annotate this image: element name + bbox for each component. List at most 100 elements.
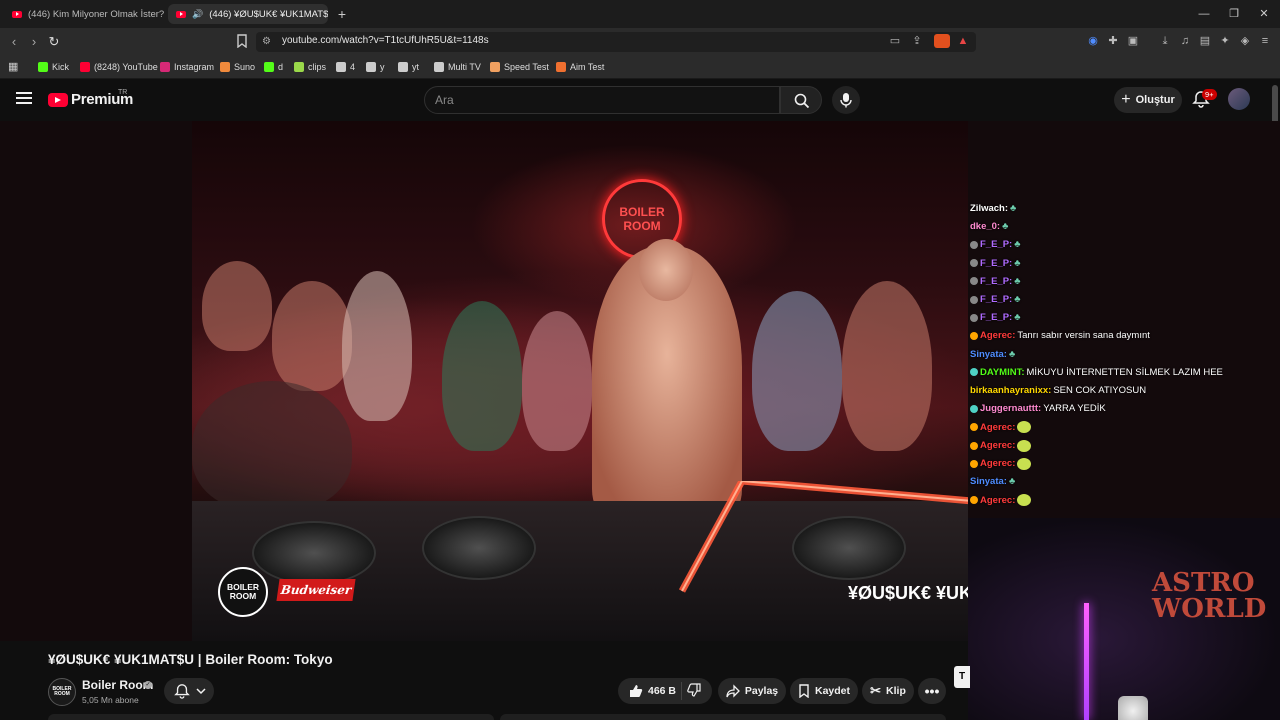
channel-name[interactable]: Boiler Room — [82, 678, 153, 692]
chat-user-badge-icon — [970, 277, 978, 286]
forward-icon[interactable]: › — [26, 34, 42, 50]
chat-user-badge-icon — [970, 295, 978, 304]
webcam-overlay: ASTRO WORLD — [968, 518, 1280, 720]
youtube-logo-icon[interactable] — [48, 93, 68, 107]
chat-user-badge-icon — [970, 459, 978, 468]
bookmark-7[interactable]: y — [366, 60, 385, 74]
chat-message: Agerec: — [970, 439, 1032, 452]
bookmark-5[interactable]: clips — [294, 60, 326, 74]
chat-username: dke_0: — [970, 221, 1001, 233]
browser-tab-1[interactable]: (446) Kim Milyoner Olmak İster? 120 — [4, 4, 164, 24]
chat-message: DAYMINT: MİKUYU İNTERNETTEN SİLMEK LAZIM … — [970, 367, 1223, 378]
chat-message: Agerec: Tanrı sabır versin sana daymınt — [970, 330, 1150, 341]
extensions-icon[interactable]: ✚ — [1106, 34, 1120, 48]
chat-message: dke_0: ♣ — [970, 221, 1008, 232]
bookmark-label: Kick — [52, 62, 70, 72]
bookmark-10[interactable]: Speed Test — [490, 60, 549, 74]
bookmark-9[interactable]: Multi TV — [434, 60, 481, 74]
crowd-figure — [522, 311, 592, 451]
bookmark-2[interactable]: Instagram — [160, 60, 214, 74]
budweiser-logo: Budweiser — [276, 579, 356, 601]
minimize-icon[interactable]: — — [1194, 6, 1214, 22]
back-icon[interactable]: ‹ — [6, 34, 22, 50]
subscriber-count: 5,05 Mn abone — [82, 695, 139, 705]
dislike-button[interactable] — [687, 682, 701, 700]
speedtest-icon — [490, 62, 500, 72]
new-tab-icon[interactable]: + — [334, 6, 350, 22]
more-actions-button[interactable]: ••• — [918, 678, 946, 704]
create-button[interactable]: + Oluştur — [1114, 87, 1182, 113]
reload-icon[interactable]: ↻ — [46, 34, 62, 50]
url-text[interactable]: youtube.com/watch?v=T1tcUfUhR5U&t=1148s — [282, 35, 489, 46]
plant-emote-icon: ♣ — [1014, 239, 1021, 251]
speaker-icon: 🔊 — [192, 8, 204, 19]
sidebar-icon[interactable]: ▣ — [1126, 34, 1140, 48]
wallet-extension-icon[interactable]: ▤ — [1198, 34, 1212, 48]
brave-shield-icon[interactable] — [934, 34, 950, 48]
subscription-bell-button[interactable] — [164, 678, 214, 704]
bookmark-label: d — [278, 62, 284, 72]
like-count: 466 B — [647, 685, 677, 697]
wallet-icon[interactable]: ◉ — [1086, 34, 1100, 48]
video-frame[interactable]: BOILER ROOM BOILER ROOM Budweiser ¥ØU$UK… — [192, 121, 968, 641]
restore-icon[interactable]: ❐ — [1224, 6, 1244, 22]
clip-button[interactable]: ✂ Klip — [862, 678, 914, 704]
bookmark-6[interactable]: 4 — [336, 60, 355, 74]
music-icon[interactable]: ♫ — [1178, 34, 1192, 48]
cast-icon[interactable]: ▭ — [888, 34, 902, 48]
bookmark-8[interactable]: yt — [398, 60, 419, 74]
vpn-icon[interactable]: ◈ — [1238, 34, 1252, 48]
chat-message: Sinyata: ♣ — [970, 476, 1015, 487]
search-input[interactable] — [425, 87, 775, 113]
dj-head — [639, 239, 693, 301]
chat-username: birkaanhayranixx: — [970, 385, 1052, 396]
menu-icon[interactable]: ≡ — [1258, 34, 1272, 48]
chat-user-badge-icon — [970, 331, 978, 340]
chat-user-badge-icon — [970, 313, 978, 322]
ai-icon[interactable]: ✦ — [1218, 34, 1232, 48]
chat-message: Juggernauttt: YARRA YEDİK — [970, 403, 1106, 414]
crowd-figure — [342, 271, 412, 421]
bookmark-page-icon[interactable] — [234, 34, 250, 50]
save-button[interactable]: Kaydet — [790, 678, 858, 704]
account-avatar[interactable] — [1228, 88, 1250, 110]
chat-user-badge-icon — [970, 259, 978, 268]
side-panel-truncated[interactable]: T — [954, 666, 970, 688]
bookmark-1[interactable]: (8248) YouTube — [80, 60, 158, 74]
crowd-figure — [442, 301, 522, 451]
like-button[interactable]: 466 B — [629, 684, 676, 698]
share-button[interactable]: Paylaş — [718, 678, 786, 704]
close-window-icon[interactable]: ✕ — [1254, 6, 1274, 22]
chat-username: Juggernauttt: — [980, 403, 1042, 415]
chat-message: F_E_P: ♣ — [970, 312, 1020, 323]
chat-username: F_E_P: — [980, 239, 1013, 251]
share-icon — [726, 684, 740, 698]
face-emote-icon — [1017, 494, 1032, 507]
brave-rewards-icon[interactable]: ▲ — [956, 34, 970, 48]
bookmark-3[interactable]: Suno — [220, 60, 255, 74]
folder-icon — [366, 62, 376, 72]
channel-avatar[interactable]: BOILER ROOM — [48, 678, 76, 706]
search-button[interactable] — [780, 86, 822, 114]
hamburger-menu-icon[interactable] — [16, 92, 32, 106]
bookmark-4[interactable]: d — [264, 60, 283, 74]
browser-tab-2[interactable]: 🔊 (446) ¥ØU$UK€ ¥UK1MAT$U ✕ — [168, 4, 328, 24]
bookmark-11[interactable]: Aim Test — [556, 60, 604, 74]
bookmark-0[interactable]: Kick — [38, 60, 69, 74]
voice-search-button[interactable] — [832, 86, 860, 114]
face-emote-icon — [1017, 421, 1032, 434]
apps-grid-icon[interactable]: ▦ — [8, 60, 20, 73]
search-box — [424, 86, 780, 114]
chat-username: F_E_P: — [980, 312, 1013, 324]
scissors-icon: ✂ — [870, 683, 882, 698]
boiler-room-logo: BOILER ROOM — [218, 567, 268, 617]
bell-icon — [174, 684, 190, 699]
save-bookmark-icon — [799, 684, 809, 698]
share-page-icon[interactable]: ⇪ — [910, 34, 924, 48]
download-icon[interactable]: ⤓ — [1158, 34, 1172, 48]
site-settings-icon[interactable]: ⚙ — [262, 36, 274, 48]
chat-username: Sinyata: — [970, 348, 1007, 360]
clips-icon — [294, 62, 304, 72]
bookmark-label: Aim Test — [570, 62, 605, 72]
chat-overlay: Zilwach: ♣ dke_0: ♣ F_E_P: ♣ F_E_P: ♣ F_E_P: ♣ F_E… — [968, 200, 1268, 520]
